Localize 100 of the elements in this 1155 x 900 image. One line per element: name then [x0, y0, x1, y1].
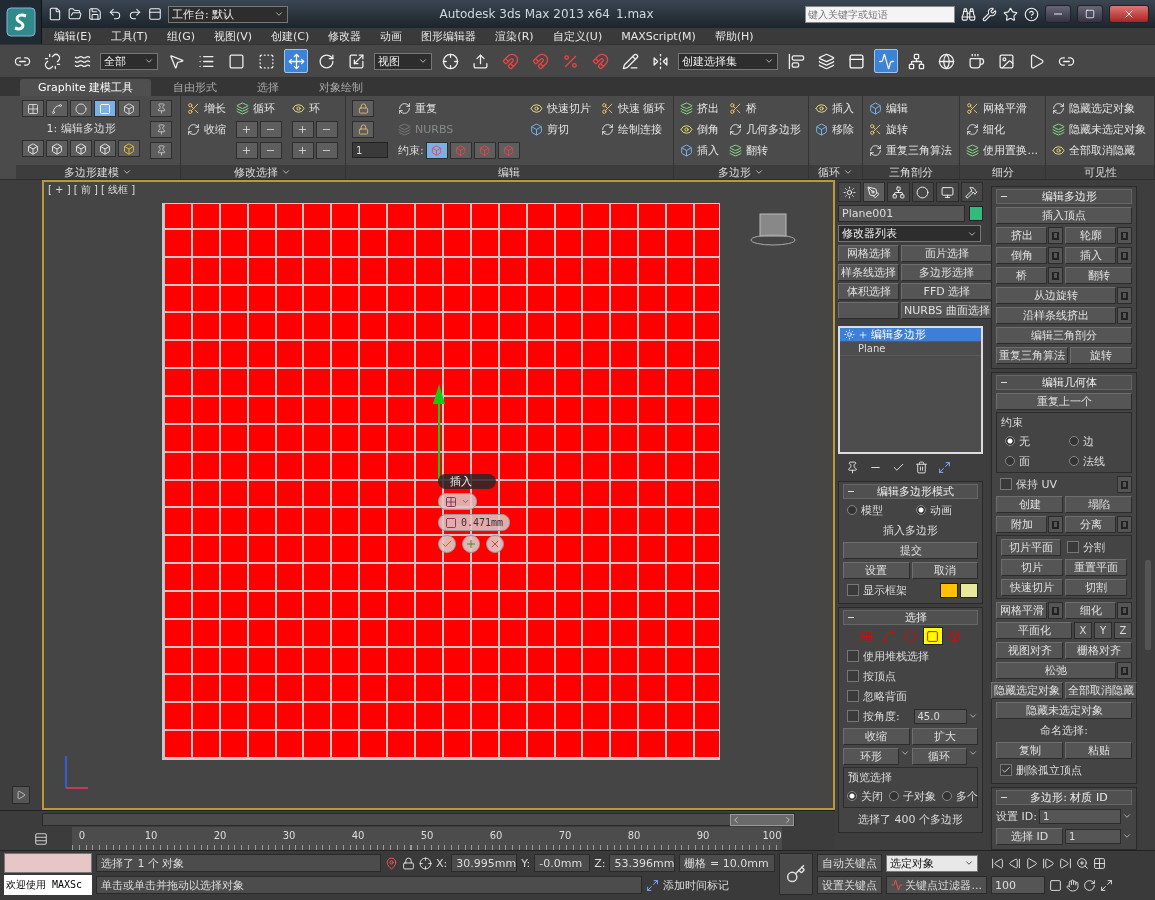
spinner-field[interactable]: 1 — [352, 142, 389, 158]
panel-button[interactable]: 体积选择 — [838, 283, 899, 300]
ribbon-group-title[interactable]: 修改选择 — [180, 165, 346, 179]
panel-button[interactable]: 提交 — [843, 541, 978, 559]
panel-button[interactable]: 编辑三角剖分 — [996, 326, 1132, 344]
panel-button[interactable]: 粘贴 — [1065, 741, 1132, 759]
rollout-header[interactable]: 多边形: 材质 ID — [996, 790, 1132, 805]
panel-button[interactable]: 切片平面 — [1001, 538, 1061, 556]
ribbon-item[interactable]: 隐藏选定对象 — [1052, 100, 1147, 117]
panel-button[interactable]: 塌陷 — [1065, 495, 1132, 513]
menu-item[interactable]: 渲染(R) — [495, 28, 534, 44]
panel-button[interactable]: 栅格对齐 — [1065, 641, 1132, 659]
menu-item[interactable]: 动画 — [380, 28, 403, 44]
panel-button[interactable]: 插入 — [1065, 246, 1116, 264]
ribbon-item[interactable]: 全部取消隐藏 — [1052, 142, 1147, 159]
object-name-field[interactable]: Plane001 — [838, 205, 965, 222]
listener-text[interactable]: 欢迎使用 MAXSc — [4, 875, 92, 895]
axis-button[interactable]: Z — [1114, 621, 1132, 639]
panel-button[interactable]: FFD 选择 — [901, 283, 993, 300]
timeline-ruler[interactable]: 0 10 20 30 40 50 60 70 80 90 100 — [72, 827, 782, 850]
rollout-header[interactable]: 编辑多边形 — [996, 189, 1132, 204]
axis-button[interactable]: Y — [1094, 621, 1112, 639]
menu-item[interactable]: 创建(C) — [271, 28, 310, 44]
ribbon-item[interactable]: 快速切片 — [529, 100, 591, 117]
rollout-header[interactable]: 编辑几何体 — [996, 375, 1132, 390]
key-mode-dropdown[interactable]: 选定对象 — [886, 854, 979, 872]
menu-item[interactable]: 工具(T) — [110, 28, 148, 44]
ribbon-item[interactable]: 隐藏未选定对象 — [1052, 121, 1147, 138]
panel-button[interactable]: 扩大 — [911, 727, 978, 745]
panel-button[interactable]: 选择 ID — [996, 827, 1063, 845]
frame-field[interactable]: 100 — [990, 876, 1045, 894]
ribbon-item[interactable]: 桥 — [728, 100, 801, 117]
stack-item[interactable]: 编辑多边形 — [840, 328, 981, 342]
panel-button[interactable]: 切割 — [1065, 578, 1127, 596]
viewport[interactable]: [ + ] [ 前 ] [ 线框 ] 插入 0.471mm — [42, 180, 835, 810]
panel-button[interactable]: 轮廓 — [1065, 226, 1116, 244]
ribbon-item[interactable]: 移除 — [815, 121, 855, 138]
panel-button[interactable]: 快速切片 — [1001, 578, 1063, 596]
ribbon-item[interactable]: 快速 循环 — [600, 100, 666, 117]
panel-button[interactable]: 收缩 — [843, 727, 910, 745]
panel-button[interactable]: 创建 — [996, 495, 1063, 513]
panel-button[interactable]: 附加 — [996, 515, 1047, 533]
panel-button[interactable]: NURBS 曲面选择 — [901, 302, 993, 319]
ribbon-tab[interactable]: 选择 — [239, 79, 298, 96]
panel-button[interactable]: 环形 — [843, 747, 899, 765]
panel-button[interactable]: 细化 — [1065, 601, 1116, 619]
caddy-field[interactable]: 0.471mm — [438, 514, 511, 531]
ribbon-item[interactable]: 几何多边形 — [728, 121, 801, 138]
key-filters-button[interactable]: 关键点过滤器... — [886, 876, 987, 894]
panel-button[interactable]: 视图对齐 — [996, 641, 1063, 659]
panel-button[interactable]: 松弛 — [996, 661, 1116, 679]
ribbon-group-title[interactable]: 可见性 — [1046, 165, 1154, 179]
stack-item[interactable]: Plane — [840, 342, 981, 356]
panel-button[interactable]: 插入顶点 — [996, 206, 1132, 224]
ribbon-group-title[interactable]: 编辑 — [346, 165, 673, 179]
ribbon-group-title[interactable]: 多边形 — [673, 165, 809, 179]
menu-item[interactable]: 图形编辑器 — [421, 28, 477, 44]
panel-button[interactable]: 重复三角算法 — [996, 346, 1068, 364]
ribbon-item[interactable]: 循环 — [235, 100, 282, 117]
workspace-dropdown[interactable]: 工作台: 默认 — [168, 5, 288, 23]
ribbon-item[interactable]: 细化 — [966, 121, 1038, 138]
panel-button[interactable]: 翻转 — [1065, 266, 1132, 284]
modifier-list-dropdown[interactable]: 修改器列表 — [838, 225, 981, 242]
ribbon-item[interactable]: 绘制连接 — [600, 121, 666, 138]
ribbon-item[interactable]: 编辑 — [868, 100, 952, 117]
panel-button[interactable]: 复制 — [996, 741, 1063, 759]
panel-button[interactable]: 从边旋转 — [996, 286, 1116, 304]
coordinate-field[interactable]: -0.0mm — [534, 854, 591, 872]
search-field[interactable]: 键入关键字或短语 — [805, 5, 955, 23]
ribbon-item[interactable]: 旋转 — [868, 121, 952, 138]
panel-button[interactable]: 倒角 — [996, 246, 1047, 264]
menu-item[interactable]: 自定义(U) — [552, 28, 603, 44]
ribbon-item[interactable]: 使用置换... — [966, 142, 1038, 159]
panel-button[interactable]: 重置平面 — [1065, 558, 1127, 576]
viewport-label[interactable]: [ + ] [ 前 ] [ 线框 ] — [48, 183, 136, 197]
panel-button[interactable]: 分离 — [1065, 515, 1116, 533]
panel-button[interactable]: 切片 — [1001, 558, 1063, 576]
menu-item[interactable]: 组(G) — [166, 28, 195, 44]
ribbon-item[interactable]: 网格平滑 — [966, 100, 1038, 117]
panel-button[interactable]: 循环 — [911, 747, 967, 765]
panel-button[interactable]: 平面化 — [996, 621, 1072, 639]
panel-button[interactable]: 全部取消隐藏 — [1065, 681, 1137, 699]
panel-button[interactable]: 隐藏未选定对象 — [996, 701, 1132, 719]
panel-button[interactable]: 网格选择 — [838, 245, 899, 262]
ribbon-item[interactable]: 翻转 — [728, 142, 801, 159]
panel-button[interactable]: 重复上一个 — [996, 392, 1132, 410]
ribbon-group-title[interactable]: 多边形建模 — [16, 165, 180, 179]
ribbon-group-title[interactable]: 三角剖分 — [862, 165, 960, 179]
panel-button[interactable]: 隐藏选定对象 — [991, 681, 1063, 699]
panel-button[interactable]: 网格平滑 — [996, 601, 1047, 619]
ribbon-item[interactable]: 收缩 — [186, 121, 226, 138]
panel-button[interactable]: 面片选择 — [901, 245, 993, 262]
rollout-header[interactable]: 选择 — [843, 610, 978, 625]
panel-button[interactable]: 取消 — [911, 561, 978, 579]
ribbon-item[interactable]: 重复三角算法 — [868, 142, 952, 159]
time-tag-label[interactable]: 添加时间标记 — [663, 877, 729, 893]
panel-button[interactable]: 旋转 — [1070, 346, 1132, 364]
ribbon-item[interactable]: 倒角 — [679, 121, 719, 138]
coordinate-field[interactable]: 53.396mm — [609, 854, 676, 872]
ribbon-tab[interactable]: Graphite 建模工具 — [20, 79, 152, 96]
